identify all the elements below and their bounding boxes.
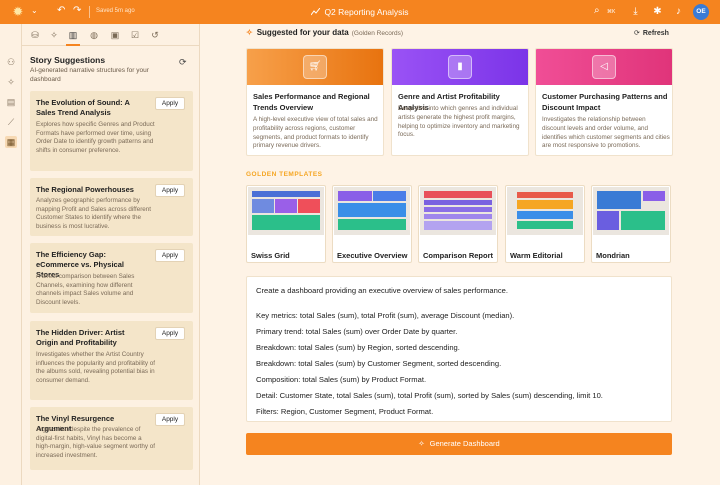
database-icon[interactable]: ⛁ bbox=[29, 29, 41, 41]
bar-chart-icon: ▮ bbox=[448, 55, 472, 79]
card-desc: A high-level executive view of total sal… bbox=[253, 116, 378, 150]
checklist-icon[interactable]: ☑ bbox=[129, 29, 141, 41]
prompt-textarea[interactable]: Create a dashboard providing an executiv… bbox=[246, 276, 672, 422]
prompt-line: Composition: total Sales (sum) by Produc… bbox=[256, 375, 427, 384]
suggested-subtitle: (Golden Records) bbox=[351, 30, 404, 37]
story-card[interactable]: The Evolution of Sound: A Sales Trend An… bbox=[30, 91, 193, 171]
left-rail: ⚇ ✧ ▤ ⟋ ▦ bbox=[0, 24, 22, 485]
prompt-line: Primary trend: total Sales (sum) over Or… bbox=[256, 327, 458, 336]
story-desc: Explores how specific Genres and Product… bbox=[36, 121, 155, 154]
sparkle-icon: ✧ bbox=[246, 28, 253, 37]
golden-templates-label: GOLDEN TEMPLATES bbox=[246, 171, 323, 178]
story-card[interactable]: The Hidden Driver: Artist Origin and Pro… bbox=[30, 321, 193, 400]
story-panel: ⛁ ✧ ▥ ◍ ▣ ☑ ↺ Story Suggestions AI-gener… bbox=[22, 24, 200, 485]
book-icon[interactable]: ▥ bbox=[67, 29, 79, 41]
prompt-line: Key metrics: total Sales (sum), total Pr… bbox=[256, 311, 515, 320]
story-card[interactable]: The Efficiency Gap: eCommerce vs. Physic… bbox=[30, 243, 193, 313]
sparkle-icon[interactable]: ✧ bbox=[5, 76, 17, 88]
bug-icon[interactable]: ✱ bbox=[652, 6, 663, 17]
refresh-icon[interactable]: ⟳ bbox=[179, 57, 187, 68]
apply-button[interactable]: Apply bbox=[155, 184, 185, 197]
story-desc: A direct comparison between Sales Channe… bbox=[36, 273, 135, 306]
dashboard-icon[interactable]: ▦ bbox=[5, 136, 17, 148]
template-name: Executive Overview bbox=[337, 251, 408, 260]
apply-button[interactable]: Apply bbox=[155, 97, 185, 110]
prompt-line: Filters: Region, Customer Segment, Produ… bbox=[256, 407, 434, 416]
sparkle-tab-icon[interactable]: ✧ bbox=[48, 29, 60, 41]
card-desc: Investigates the relationship between di… bbox=[542, 116, 670, 150]
hierarchy-icon[interactable]: ⚇ bbox=[5, 56, 17, 68]
apply-button[interactable]: Apply bbox=[155, 249, 185, 262]
suggestion-card[interactable]: 🛒︎ Sales Performance and Regional Trends… bbox=[246, 48, 384, 156]
story-desc: Argues that despite the prevalence of di… bbox=[36, 426, 156, 459]
bell-icon[interactable]: ♪ bbox=[673, 6, 684, 17]
trend-icon[interactable]: ⟋ bbox=[5, 116, 17, 128]
panel-title: Story Suggestions bbox=[30, 55, 106, 65]
top-bar: ✹ ⌄ ↶ ↷ Saved 5m ago Q2 Reporting Analys… bbox=[0, 0, 720, 24]
generate-dashboard-button[interactable]: ✧ Generate Dashboard bbox=[246, 433, 672, 455]
story-card[interactable]: The Regional Powerhouses Analyzes geogra… bbox=[30, 178, 193, 236]
avatar[interactable]: OE bbox=[693, 4, 709, 20]
template-preview bbox=[420, 187, 496, 235]
page-title-text: Q2 Reporting Analysis bbox=[324, 7, 409, 17]
template-comparison-report[interactable]: Comparison Report bbox=[418, 185, 498, 263]
active-tab-indicator bbox=[66, 44, 80, 46]
suggested-title: Suggested for your data bbox=[256, 28, 349, 37]
download-icon[interactable]: ⤓ bbox=[630, 6, 641, 17]
shortcut-hint: ⌘K bbox=[607, 9, 616, 15]
megaphone-icon: ◁ bbox=[592, 55, 616, 79]
chart-icon bbox=[311, 8, 321, 16]
panel-tabs: ⛁ ✧ ▥ ◍ ▣ ☑ ↺ bbox=[22, 24, 200, 46]
template-preview bbox=[507, 187, 583, 235]
template-preview bbox=[248, 187, 324, 235]
palette-icon[interactable]: ◍ bbox=[88, 29, 100, 41]
template-preview bbox=[334, 187, 410, 235]
story-desc: Analyzes geographic performance by mappi… bbox=[36, 197, 152, 230]
suggestion-card[interactable]: ◁ Customer Purchasing Patterns and Disco… bbox=[535, 48, 673, 156]
apply-button[interactable]: Apply bbox=[155, 413, 185, 426]
template-name: Mondrian bbox=[596, 251, 630, 260]
suggested-heading: ✧ Suggested for your data (Golden Records) bbox=[246, 28, 403, 37]
story-title: The Hidden Driver: Artist Origin and Pro… bbox=[36, 328, 125, 347]
cart-icon: 🛒︎ bbox=[303, 55, 327, 79]
template-name: Warm Editorial bbox=[510, 251, 563, 260]
template-name: Comparison Report bbox=[423, 251, 494, 260]
template-preview bbox=[593, 187, 669, 235]
history-icon[interactable]: ↺ bbox=[149, 29, 161, 41]
panel-subtitle: AI-generated narrative structures for yo… bbox=[30, 67, 149, 83]
apply-button[interactable]: Apply bbox=[155, 327, 185, 340]
prompt-line: Create a dashboard providing an executiv… bbox=[256, 286, 508, 295]
prompt-line: Breakdown: total Sales (sum) by Region, … bbox=[256, 343, 460, 352]
suggestion-card[interactable]: ▮ Genre and Artist Profitability Analysi… bbox=[391, 48, 529, 156]
template-warm-editorial[interactable]: Warm Editorial bbox=[505, 185, 585, 263]
prompt-line: Detail: Customer State, total Sales (sum… bbox=[256, 391, 603, 400]
search-icon[interactable]: ⌕ bbox=[594, 5, 600, 16]
refresh-icon: ⟳ bbox=[634, 30, 640, 37]
refresh-button[interactable]: ⟳ Refresh bbox=[634, 29, 669, 37]
story-title: The Evolution of Sound: A Sales Trend An… bbox=[36, 98, 130, 117]
sparkle-icon: ✧ bbox=[418, 439, 425, 448]
generate-label: Generate Dashboard bbox=[429, 439, 500, 448]
refresh-label: Refresh bbox=[642, 30, 669, 37]
template-executive-overview[interactable]: Executive Overview bbox=[332, 185, 412, 263]
layout-icon[interactable]: ▣ bbox=[109, 29, 121, 41]
template-swiss-grid[interactable]: Swiss Grid bbox=[246, 185, 326, 263]
story-desc: Investigates whether the Artist Country … bbox=[36, 351, 156, 384]
clipboard-icon[interactable]: ▤ bbox=[5, 96, 17, 108]
prompt-line: Breakdown: total Sales (sum) by Customer… bbox=[256, 359, 502, 368]
card-title: Sales Performance and Regional Trends Ov… bbox=[253, 92, 370, 112]
story-card[interactable]: The Vinyl Resurgence Argument Argues tha… bbox=[30, 407, 193, 470]
template-mondrian[interactable]: Mondrian bbox=[591, 185, 671, 263]
card-title: Customer Purchasing Patterns and Discoun… bbox=[542, 92, 668, 112]
template-name: Swiss Grid bbox=[251, 251, 290, 260]
story-title: The Regional Powerhouses bbox=[36, 185, 134, 194]
card-desc: Deep-dive into which genres and individu… bbox=[398, 105, 520, 139]
